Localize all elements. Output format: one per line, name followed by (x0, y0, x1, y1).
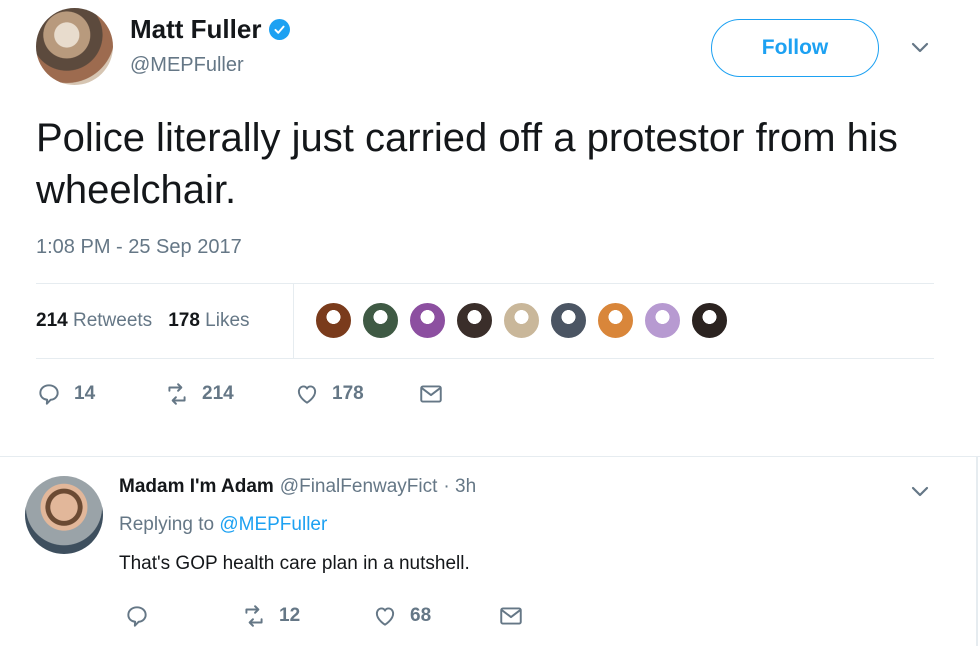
likes-count: 178 (168, 310, 200, 331)
reply-border (976, 457, 978, 646)
like-count: 178 (332, 383, 364, 404)
reply-message-action[interactable] (498, 603, 524, 629)
replying-to: Replying to @MEPFuller (119, 514, 327, 536)
liker-avatar[interactable] (408, 301, 447, 340)
reply-retweet-action[interactable]: 12 (241, 603, 372, 629)
reply-author-avatar[interactable] (25, 476, 103, 554)
reply-count: 14 (74, 383, 96, 404)
envelope-icon (500, 607, 522, 625)
reply-like-count: 68 (410, 605, 432, 626)
retweets-count: 214 (36, 310, 68, 331)
reply-author-handle[interactable]: @FinalFenwayFict (280, 476, 438, 498)
liker-avatar[interactable] (455, 301, 494, 340)
like-action[interactable]: 178 (294, 381, 418, 407)
retweet-icon (168, 383, 186, 405)
reply-icon (39, 384, 59, 405)
liker-avatar[interactable] (596, 301, 635, 340)
replying-to-link[interactable]: @MEPFuller (219, 514, 327, 535)
liker-avatar[interactable] (549, 301, 588, 340)
author-avatar[interactable] (36, 8, 113, 85)
follow-button[interactable]: Follow (711, 19, 879, 77)
retweets-label: Retweets (72, 310, 153, 331)
reply-text: That's GOP health care plan in a nutshel… (119, 553, 470, 574)
tweet-actions: 14 214 178 (36, 381, 444, 407)
liker-avatar[interactable] (314, 301, 353, 340)
reply-like-action[interactable]: 68 (372, 603, 498, 629)
tweet-stats: 214 Retweets 178 Likes (36, 283, 934, 359)
author-name-row: Matt Fuller (130, 14, 291, 45)
retweets-stat[interactable]: 214 Retweets (36, 310, 152, 332)
liker-avatar[interactable] (643, 301, 682, 340)
envelope-icon (420, 385, 442, 403)
likes-label: Likes (205, 310, 250, 331)
reply-reply-action[interactable] (124, 603, 241, 629)
tweet-text: Police literally just carried off a prot… (36, 116, 898, 212)
message-action[interactable] (418, 381, 444, 407)
engagement-counts: 214 Retweets 178 Likes (36, 284, 294, 358)
tweet-timestamp[interactable]: 1:08 PM - 25 Sep 2017 (36, 236, 242, 259)
reply-author-name[interactable]: Madam I'm Adam (119, 476, 274, 498)
reply-retweet-count: 12 (279, 605, 301, 626)
author-name[interactable]: Matt Fuller (130, 14, 261, 45)
author-handle[interactable]: @MEPFuller (130, 54, 244, 77)
chevron-down-icon[interactable] (908, 482, 932, 502)
liker-avatar[interactable] (502, 301, 541, 340)
liker-avatar[interactable] (361, 301, 400, 340)
reply-tweet[interactable]: Madam I'm Adam @FinalFenwayFict · 3h Rep… (0, 457, 980, 646)
replying-prefix: Replying to (119, 514, 215, 535)
likes-stat[interactable]: 178 Likes (168, 310, 249, 332)
main-tweet: Matt Fuller @MEPFuller Follow Police lit… (0, 0, 980, 456)
retweet-icon (245, 605, 263, 627)
reply-actions: 12 68 (124, 603, 524, 629)
reply-action[interactable]: 14 (36, 381, 164, 407)
reply-time[interactable]: · 3h (443, 476, 476, 498)
heart-icon (297, 385, 317, 404)
verified-badge-icon (269, 19, 291, 40)
chevron-down-icon[interactable] (908, 38, 932, 58)
reply-icon (127, 606, 147, 627)
retweet-action[interactable]: 214 (164, 381, 294, 407)
retweet-count: 214 (202, 383, 234, 404)
liker-avatars (314, 301, 729, 340)
heart-icon (375, 607, 395, 626)
liker-avatar[interactable] (690, 301, 729, 340)
reply-header: Madam I'm Adam @FinalFenwayFict · 3h (119, 476, 476, 498)
